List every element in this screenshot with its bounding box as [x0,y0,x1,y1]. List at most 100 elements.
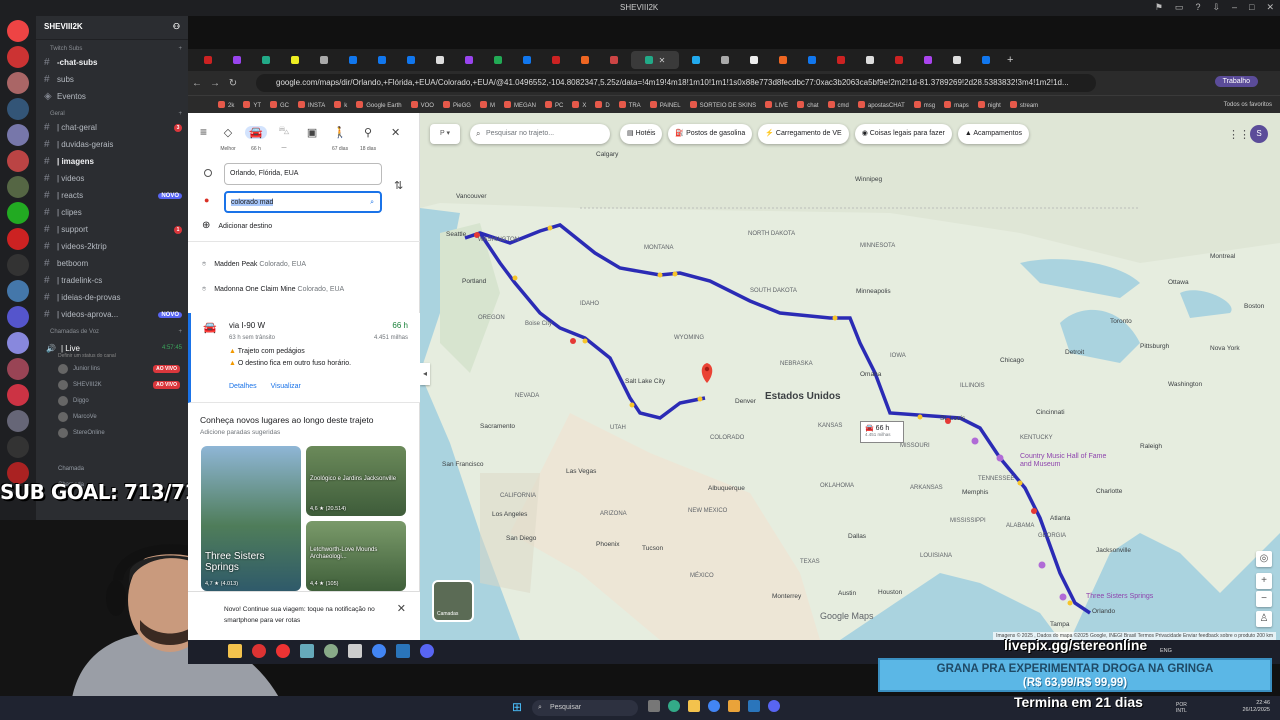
bookmark[interactable]: MEGAN [504,101,536,109]
browser-tab[interactable] [829,51,853,69]
close-icon[interactable]: ✕ [397,604,406,615]
voice-channel[interactable]: Chamada [36,461,188,477]
app-icon[interactable] [252,644,266,658]
folder-icon[interactable] [228,644,242,658]
preview-link[interactable]: Visualizar [271,383,301,390]
chrome-icon[interactable] [708,700,720,712]
chip-hotels[interactable]: ▤ Hotéis [620,124,663,144]
chip-things[interactable]: ◉ Coisas legais para fazer [854,124,952,144]
channel-subs[interactable]: # subs [36,71,188,88]
task-view-icon[interactable] [648,700,660,712]
channel-eventos[interactable]: ◈ Eventos [36,88,188,105]
voice-user[interactable]: Diggo [36,393,188,409]
browser-tab[interactable] [515,51,539,69]
folder-icon[interactable] [688,700,700,712]
close-icon[interactable]: ✕ [1266,2,1274,13]
bookmark[interactable]: GC [270,101,289,109]
bookmark[interactable]: 2k [218,101,234,109]
mode-transit[interactable]: ▣ [301,126,323,139]
suggestion-item[interactable]: ⌾ Madden Peak Colorado, EUA [202,261,306,269]
server-icon[interactable] [7,72,29,94]
browser-tab[interactable] [602,51,626,69]
steam-icon[interactable] [748,700,760,712]
browser-tab[interactable] [544,51,568,69]
profile-button[interactable]: Trabalho [1214,76,1258,87]
channel-item[interactable]: # | videos [36,170,188,187]
channel-item[interactable]: # | support 1 [36,221,188,238]
place-card[interactable]: Letchworth-Love Mounds Archaeologi... 4,… [306,521,406,591]
browser-tab[interactable] [254,51,278,69]
channel-item[interactable]: # | videos-2ktrip [36,238,188,255]
bookmark[interactable]: VOO [411,101,434,109]
server-icon[interactable] [7,20,29,42]
voice-user[interactable]: MarcoVe [36,409,188,425]
chip-camping[interactable]: ▲ Acampamentos [957,124,1029,144]
bookmark[interactable]: maps [944,101,969,109]
browser-tab[interactable] [573,51,597,69]
channel-item[interactable]: # | imagens [36,153,188,170]
server-header[interactable]: SHEVIII2K ⚇ [36,16,188,40]
place-card[interactable]: Three Sisters Springs 4,7 ★ (4.013) [201,446,301,591]
bookmark[interactable]: INSTA [298,101,325,109]
bookmark[interactable]: LIVE [765,101,788,109]
browser-tab[interactable] [370,51,394,69]
bookmark[interactable]: PC [545,101,563,109]
minimize-icon[interactable]: – [1232,2,1237,13]
server-icon[interactable] [7,358,29,380]
app-icon[interactable] [728,700,740,712]
forward-icon[interactable]: → [206,78,224,89]
mode-motorcycle[interactable]: ⛍ — [273,125,295,151]
server-icon[interactable] [7,46,29,68]
browser-tab[interactable] [196,51,220,69]
browser-tab[interactable] [341,51,365,69]
mode-car[interactable]: 🚘 66 h [245,125,268,152]
back-icon[interactable]: ← [188,78,206,89]
server-icon[interactable] [7,228,29,250]
chrome-icon[interactable] [372,644,386,658]
browser-tab[interactable] [684,51,708,69]
pegman-icon[interactable]: ♙ [1256,611,1272,627]
browser-tab[interactable] [225,51,249,69]
browser-tab[interactable] [399,51,423,69]
map-canvas[interactable]: Pesquisar no trajeto... ⌕ P ▾ ▤ Hotéis ⛽… [420,113,1280,640]
server-icon[interactable] [7,150,29,172]
collapse-panel-icon[interactable]: ◂ [420,363,430,385]
discord-icon[interactable] [768,700,780,712]
server-icon[interactable] [7,124,29,146]
browser-tab[interactable] [283,51,307,69]
all-bookmarks[interactable]: Todos os favoritos [1224,102,1272,108]
keyboard-layout[interactable]: POR INTL [1176,702,1190,714]
swap-icon[interactable]: ⇅ [394,179,403,192]
mode-best[interactable]: ◇ Melhor [217,126,239,152]
close-directions-icon[interactable]: ✕ [391,126,400,139]
category-twitch-subs[interactable]: Twitch Subs + [36,40,188,54]
place-card[interactable]: Zoológico e Jardins Jacksonville 4,6 ★ (… [306,446,406,516]
browser-tab[interactable] [771,51,795,69]
edge-icon[interactable] [668,700,680,712]
channel-status[interactable]: Definir um status do canal [36,353,188,361]
zoom-in-icon[interactable]: + [1256,573,1272,589]
my-location-icon[interactable]: ◎ [1256,551,1272,567]
bookmark[interactable]: apostasCHAT [858,101,905,109]
channel-item[interactable]: # | ideias-de-provas [36,289,188,306]
zoom-out-icon[interactable]: − [1256,591,1272,607]
voice-user[interactable]: Junior lins AO VIVO [36,361,188,377]
discord-icon[interactable] [420,644,434,658]
add-destination[interactable]: ⊕ Adicionar destino [202,220,272,231]
bookmark[interactable]: msg [914,101,935,109]
browser-tab[interactable] [858,51,882,69]
bookmark[interactable]: D [595,101,609,109]
server-icon[interactable] [7,254,29,276]
bookmark[interactable]: chat [797,101,818,109]
channel-item[interactable]: # | chat-geral 3 [36,119,188,136]
mode-bike[interactable]: ⚲ 18 dias [357,126,379,152]
route-option[interactable]: 🚘 via I-90 W 66 h 63 h sem trânsito 4.45… [188,313,420,403]
server-icon[interactable] [7,410,29,432]
bookmark[interactable]: cmd [828,101,849,109]
bookmark[interactable]: SORTEIO DE SKINS [690,101,757,109]
server-icon[interactable] [7,332,29,354]
browser-tab[interactable] [945,51,969,69]
flag-icon[interactable]: ⚑ [1155,2,1163,13]
bookmark[interactable]: PAINEL [650,101,681,109]
poi-label[interactable]: Country Music Hall of Fame and Museum [1020,453,1110,469]
